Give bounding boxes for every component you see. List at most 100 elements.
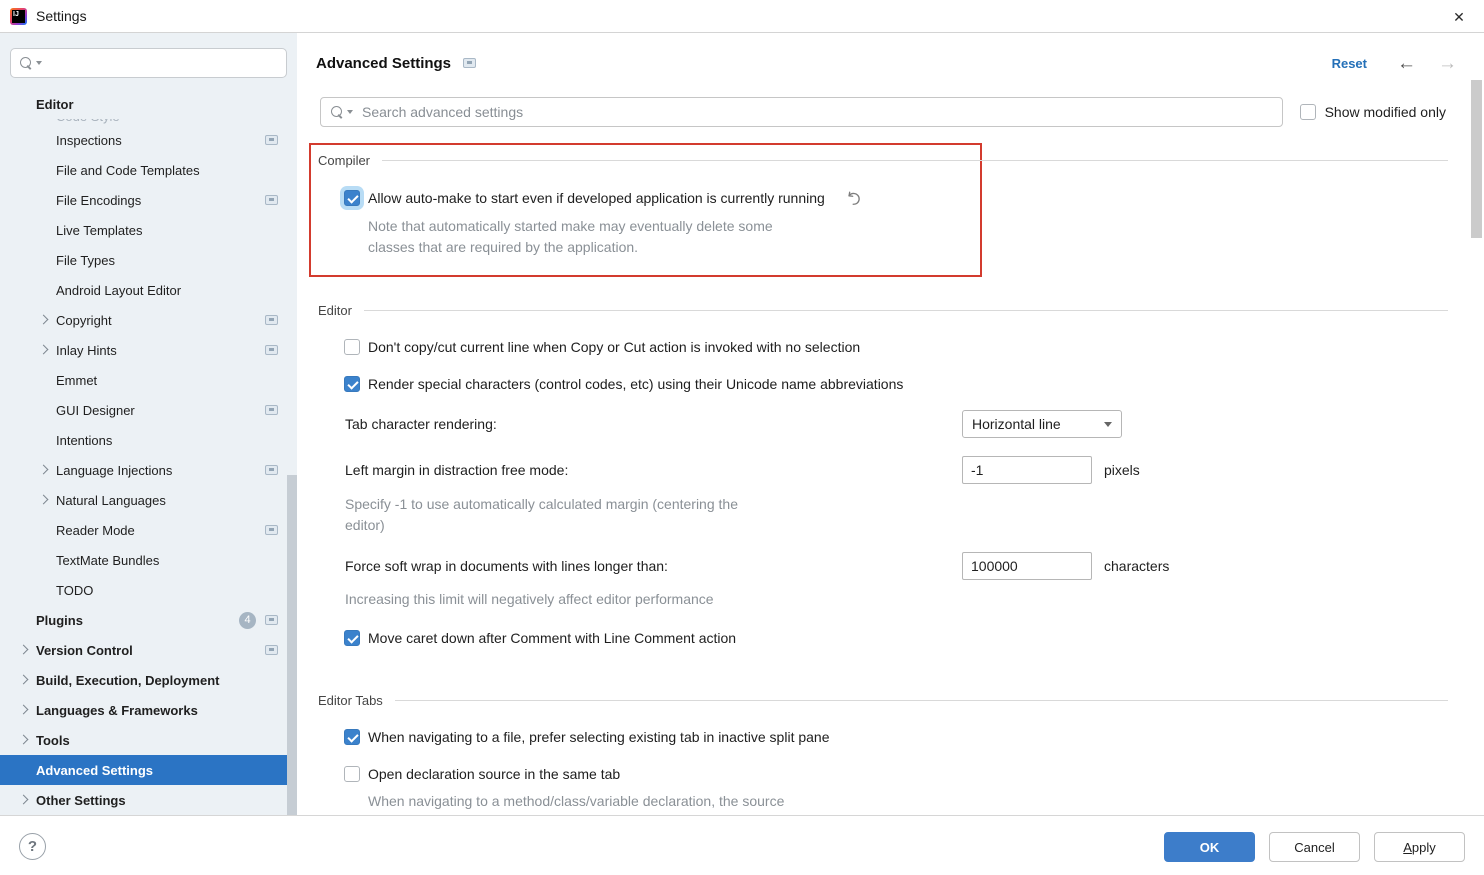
dialog-footer: ? OK Cancel Apply [0,815,1484,875]
sidebar-item-file-and-code-templates[interactable]: File and Code Templates [0,155,297,185]
settings-dialog: Settings ✕ EditorCode StyleInspectionsFi… [0,0,1484,875]
prefer-existing-tab-label: When navigating to a file, prefer select… [368,729,830,745]
soft-wrap-suffix: characters [1104,558,1169,574]
sidebar-item-label: Intentions [56,433,112,448]
soft-wrap-label: Force soft wrap in documents with lines … [345,558,668,574]
cancel-button[interactable]: Cancel [1269,832,1360,862]
ok-button[interactable]: OK [1164,832,1255,862]
help-button[interactable]: ? [19,833,46,860]
search-advanced-settings-input[interactable]: Search advanced settings [320,97,1283,127]
sidebar-item-label: Natural Languages [56,493,166,508]
section-title: Editor Tabs [318,693,383,708]
chevron-right-icon[interactable] [19,645,29,655]
open-declaration-label: Open declaration source in the same tab [368,766,620,782]
per-project-settings-icon [265,315,278,325]
sidebar-item-label: Plugins [36,613,83,628]
sidebar-item-file-types[interactable]: File Types [0,245,297,275]
chevron-right-icon[interactable] [19,705,29,715]
sidebar-item-copyright[interactable]: Copyright [0,305,297,335]
close-icon[interactable]: ✕ [1449,7,1469,27]
per-project-settings-icon [265,195,278,205]
back-arrow-icon[interactable]: ← [1397,54,1416,73]
sidebar-item-file-encodings[interactable]: File Encodings [0,185,297,215]
dont-copy-cut-label: Don't copy/cut current line when Copy or… [368,339,860,355]
sidebar-item-gui-designer[interactable]: GUI Designer [0,395,297,425]
show-modified-only-checkbox[interactable] [1300,104,1316,120]
sidebar-item-language-injections[interactable]: Language Injections [0,455,297,485]
render-special-chars-label: Render special characters (control codes… [368,376,903,392]
open-declaration-checkbox[interactable] [344,766,360,782]
soft-wrap-input[interactable]: 100000 [962,552,1092,580]
sidebar-item-version-control[interactable]: Version Control [0,635,297,665]
soft-wrap-note: Increasing this limit will negatively af… [345,589,714,610]
search-placeholder: Search advanced settings [362,104,523,120]
per-project-settings-icon [265,615,278,625]
sidebar-item-label: Inlay Hints [56,343,117,358]
per-project-settings-icon [265,345,278,355]
sidebar-item-other-settings[interactable]: Other Settings [0,785,297,815]
sidebar-scrollbar-thumb[interactable] [287,475,297,815]
chevron-right-icon[interactable] [39,465,49,475]
chevron-right-icon[interactable] [39,345,49,355]
sidebar-item-plugins[interactable]: Plugins 4 [0,605,297,635]
chevron-right-icon[interactable] [19,675,29,685]
titlebar: Settings ✕ [0,0,1484,33]
per-project-settings-icon [265,645,278,655]
sidebar-item-label: Emmet [56,373,97,388]
section-editor-tabs: Editor Tabs [318,690,1448,710]
section-title: Editor [318,303,352,318]
chevron-right-icon[interactable] [39,315,49,325]
allow-automake-checkbox[interactable] [344,190,360,206]
sidebar-item-label: TextMate Bundles [56,553,159,568]
prefer-existing-tab-checkbox[interactable] [344,729,360,745]
left-margin-input[interactable]: -1 [962,456,1092,484]
move-caret-checkbox[interactable] [344,630,360,646]
sidebar-item-build-execution-deployment[interactable]: Build, Execution, Deployment [0,665,297,695]
render-special-chars-checkbox[interactable] [344,376,360,392]
sidebar-item-label: File and Code Templates [56,163,200,178]
section-editor: Editor [318,300,1448,320]
settings-content-pane: Advanced Settings Reset ← → Search advan… [297,33,1484,815]
search-icon [20,57,33,70]
apply-button[interactable]: Apply [1374,832,1465,862]
reset-button[interactable]: Reset [1332,56,1367,71]
sidebar-item-reader-mode[interactable]: Reader Mode [0,515,297,545]
page-title: Advanced Settings [316,55,451,72]
left-margin-note: Specify -1 to use automatically calculat… [345,494,738,536]
sidebar-item-android-layout-editor[interactable]: Android Layout Editor [0,275,297,305]
chevron-right-icon[interactable] [39,495,49,505]
dont-copy-cut-checkbox[interactable] [344,339,360,355]
sidebar-item-label: Copyright [56,313,112,328]
sidebar-item-label: Build, Execution, Deployment [36,673,219,688]
sidebar-item-label: File Encodings [56,193,141,208]
sidebar-item-emmet[interactable]: Emmet [0,365,297,395]
sidebar-item-label: Editor [36,97,74,112]
per-project-settings-icon [265,465,278,475]
sidebar-item-live-templates[interactable]: Live Templates [0,215,297,245]
sidebar-search-input[interactable] [10,48,287,78]
revert-icon[interactable] [845,190,862,207]
tab-rendering-dropdown[interactable]: Horizontal line [962,410,1122,438]
left-margin-suffix: pixels [1104,462,1140,478]
sidebar-item-inspections[interactable]: Inspections [0,125,297,155]
chevron-right-icon[interactable] [19,795,29,805]
per-project-settings-icon [265,405,278,415]
sidebar-item-todo[interactable]: TODO [0,575,297,605]
sidebar-item-natural-languages[interactable]: Natural Languages [0,485,297,515]
sidebar-item-label: Live Templates [56,223,142,238]
sidebar-item-textmate-bundles[interactable]: TextMate Bundles [0,545,297,575]
automake-note: Note that automatically started make may… [368,216,773,258]
sidebar-item-tools[interactable]: Tools [0,725,297,755]
sidebar-item-label: Tools [36,733,70,748]
chevron-down-icon [1104,422,1112,427]
sidebar-item-languages-frameworks[interactable]: Languages & Frameworks [0,695,297,725]
left-margin-label: Left margin in distraction free mode: [345,462,568,478]
sidebar-item-editor[interactable]: Editor [0,89,297,119]
sidebar-item-label: Language Injections [56,463,172,478]
sidebar-item-inlay-hints[interactable]: Inlay Hints [0,335,297,365]
sidebar-item-intentions[interactable]: Intentions [0,425,297,455]
plugins-count-badge: 4 [239,612,256,629]
chevron-right-icon[interactable] [19,735,29,745]
main-scrollbar-thumb[interactable] [1471,80,1482,238]
sidebar-item-advanced-settings[interactable]: Advanced Settings [0,755,297,785]
